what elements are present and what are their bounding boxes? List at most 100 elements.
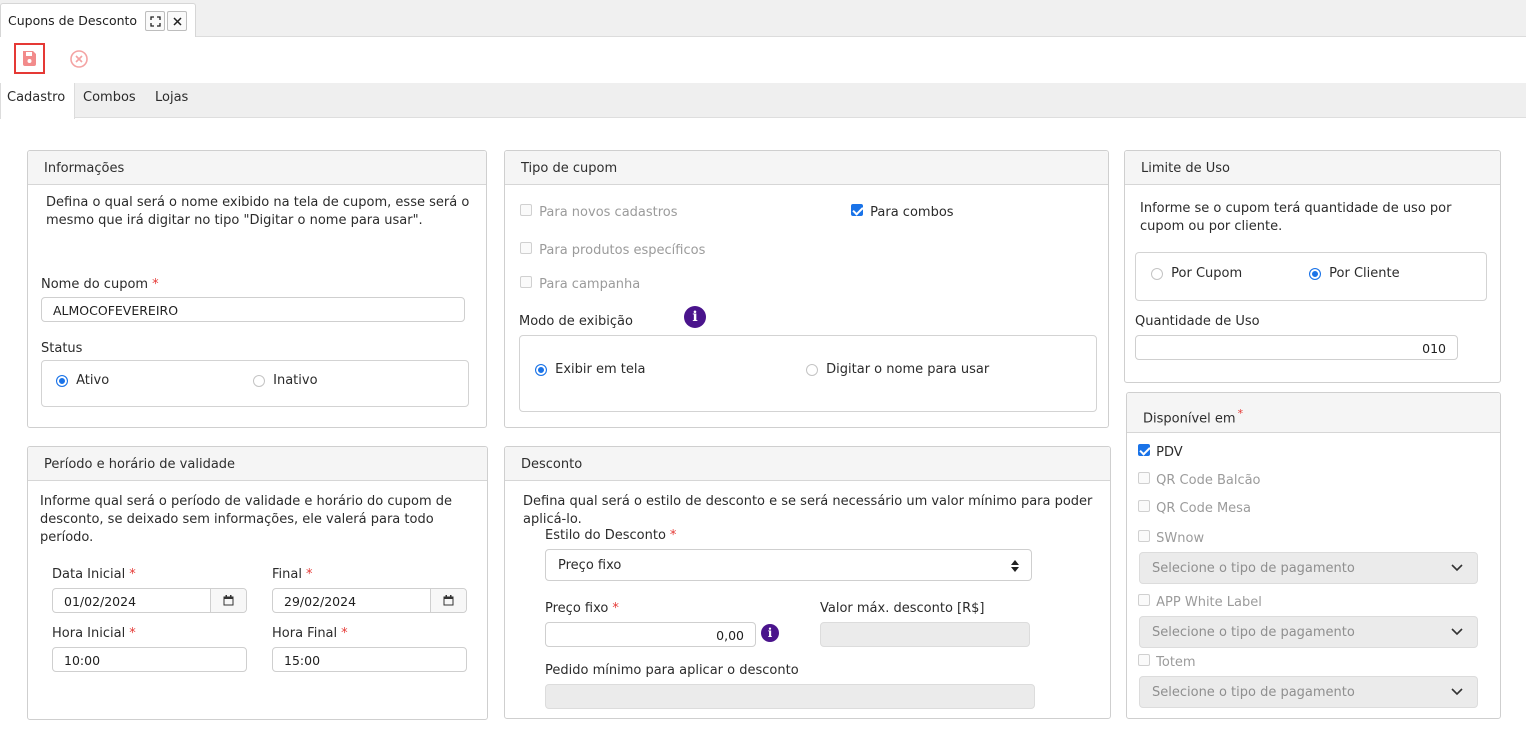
card-limite-uso: Limite de Uso Informe se o cupom terá qu… bbox=[1124, 150, 1501, 383]
checkbox-icon bbox=[520, 204, 532, 216]
tab-lojas[interactable]: Lojas bbox=[155, 83, 188, 118]
radio-off-icon bbox=[253, 374, 265, 387]
chevron-down-icon bbox=[1451, 628, 1463, 636]
save-button[interactable] bbox=[14, 43, 45, 74]
card-header: Disponível em * bbox=[1127, 393, 1500, 433]
app-white-label-payment-select[interactable]: Selecione o tipo de pagamento bbox=[1139, 616, 1478, 648]
coupon-name-label: Nome do cupom * bbox=[41, 277, 159, 292]
checkbox-icon bbox=[1138, 594, 1150, 606]
card-desconto: Desconto Defina qual será o estilo de de… bbox=[504, 446, 1111, 719]
tab-cadastro[interactable]: Cadastro bbox=[0, 83, 75, 119]
status-label: Status bbox=[41, 341, 83, 356]
estilo-desconto-label: Estilo do Desconto * bbox=[545, 528, 677, 543]
card-title: Disponível em * bbox=[1143, 407, 1243, 427]
window-tab[interactable]: Cupons de Desconto bbox=[0, 3, 196, 37]
checkbox-icon bbox=[1138, 654, 1150, 666]
maximize-icon[interactable] bbox=[145, 11, 165, 31]
card-header: Informações bbox=[28, 151, 486, 185]
limite-tipo-group: Por Cupom Por Cliente bbox=[1135, 252, 1487, 301]
status-inactive-option[interactable]: Inativo bbox=[253, 373, 318, 388]
card-header: Tipo de cupom bbox=[505, 151, 1108, 185]
sort-icon bbox=[1011, 560, 1019, 572]
card-title: Desconto bbox=[521, 457, 583, 472]
totem-payment-select[interactable]: Selecione o tipo de pagamento bbox=[1139, 676, 1478, 708]
preco-fixo-label: Preço fixo * bbox=[545, 601, 619, 616]
calendar-icon[interactable] bbox=[430, 589, 466, 612]
checkbox-totem[interactable]: Totem bbox=[1138, 654, 1196, 670]
card-disponivel-em: Disponível em * PDV QR Code Balcão QR Cod… bbox=[1126, 392, 1501, 719]
modo-digitar-nome-option[interactable]: Digitar o nome para usar bbox=[806, 362, 989, 377]
info-description: Defina o qual será o nome exibido na tel… bbox=[46, 195, 470, 228]
data-final-input[interactable]: 29/02/2024 bbox=[272, 588, 467, 613]
hora-final-label: Hora Final * bbox=[272, 626, 348, 641]
checkbox-checked-icon bbox=[851, 204, 863, 216]
card-header: Limite de Uso bbox=[1125, 151, 1500, 185]
radio-off-icon bbox=[1151, 267, 1163, 280]
chevron-down-icon bbox=[1451, 688, 1463, 696]
estilo-desconto-select[interactable]: Preço fixo bbox=[545, 549, 1032, 581]
close-tab-icon[interactable] bbox=[167, 11, 187, 31]
hora-inicial-label: Hora Inicial * bbox=[52, 626, 136, 641]
checkbox-campanha[interactable]: Para campanha bbox=[520, 276, 640, 292]
periodo-description: Informe qual será o período de validade … bbox=[40, 494, 453, 545]
status-active-option[interactable]: Ativo bbox=[56, 373, 109, 388]
save-icon bbox=[23, 51, 36, 66]
checkbox-qr-balcao[interactable]: QR Code Balcão bbox=[1138, 472, 1261, 488]
data-inicial-label: Data Inicial * bbox=[52, 567, 136, 582]
modo-exibicao-group: Exibir em tela Digitar o nome para usar bbox=[519, 335, 1097, 412]
card-informacoes: Informações Defina o qual será o nome ex… bbox=[27, 150, 487, 428]
cancel-circle-icon bbox=[70, 50, 88, 68]
checkbox-combos[interactable]: Para combos bbox=[851, 204, 954, 220]
data-inicial-input[interactable]: 01/02/2024 bbox=[52, 588, 247, 613]
radio-on-icon bbox=[56, 374, 68, 387]
checkbox-novos-cadastros[interactable]: Para novos cadastros bbox=[520, 204, 678, 220]
por-cliente-option[interactable]: Por Cliente bbox=[1309, 266, 1400, 281]
checkbox-swnow[interactable]: SWnow bbox=[1138, 530, 1204, 546]
checkbox-pdv[interactable]: PDV bbox=[1138, 444, 1183, 460]
quantidade-uso-input[interactable]: 010 bbox=[1135, 335, 1458, 360]
checkbox-icon bbox=[1138, 472, 1150, 484]
checkbox-icon bbox=[1138, 530, 1150, 542]
modo-exibicao-label: Modo de exibição bbox=[519, 314, 633, 329]
info-icon[interactable]: i bbox=[684, 306, 706, 328]
valor-max-desconto-input[interactable] bbox=[820, 622, 1030, 647]
card-title: Informações bbox=[44, 161, 125, 176]
status-group: Ativo Inativo bbox=[41, 360, 469, 407]
radio-off-icon bbox=[806, 363, 818, 376]
radio-on-icon bbox=[535, 363, 547, 376]
checkbox-app-white-label[interactable]: APP White Label bbox=[1138, 594, 1262, 610]
card-tipo-cupom: Tipo de cupom Para novos cadastros Para … bbox=[504, 150, 1109, 428]
window-tab-title: Cupons de Desconto bbox=[8, 13, 138, 28]
coupon-name-input[interactable]: ALMOCOFEVEREIRO bbox=[41, 297, 465, 322]
card-title: Tipo de cupom bbox=[521, 161, 618, 176]
quantidade-uso-label: Quantidade de Uso bbox=[1135, 314, 1260, 329]
calendar-icon[interactable] bbox=[210, 589, 246, 612]
checkbox-icon bbox=[520, 276, 532, 288]
card-periodo-validade: Período e horário de validade Informe qu… bbox=[27, 446, 488, 720]
hora-inicial-input[interactable]: 10:00 bbox=[52, 647, 247, 672]
pedido-minimo-input[interactable] bbox=[545, 684, 1035, 709]
checkbox-icon bbox=[520, 242, 532, 254]
valor-max-desconto-label: Valor máx. desconto [R$] bbox=[820, 601, 985, 616]
window-tabstrip bbox=[0, 0, 1526, 37]
swnow-payment-select[interactable]: Selecione o tipo de pagamento bbox=[1139, 552, 1478, 584]
modo-exibir-tela-option[interactable]: Exibir em tela bbox=[535, 362, 645, 377]
hora-final-input[interactable]: 15:00 bbox=[272, 647, 467, 672]
preco-fixo-input[interactable]: 0,00 bbox=[545, 622, 756, 647]
limite-description: Informe se o cupom terá quantidade de us… bbox=[1140, 201, 1452, 234]
desconto-description: Defina qual será o estilo de desconto e … bbox=[523, 494, 1093, 527]
card-header: Desconto bbox=[505, 447, 1110, 481]
cancel-button[interactable] bbox=[68, 48, 90, 70]
card-title: Limite de Uso bbox=[1141, 161, 1230, 176]
radio-on-icon bbox=[1309, 267, 1321, 280]
section-tabs: Cadastro Combos Lojas bbox=[0, 83, 1526, 119]
card-header: Período e horário de validade bbox=[28, 447, 487, 481]
pedido-minimo-label: Pedido mínimo para aplicar o desconto bbox=[545, 663, 799, 678]
checkbox-produtos-especificos[interactable]: Para produtos específicos bbox=[520, 242, 705, 258]
por-cupom-option[interactable]: Por Cupom bbox=[1151, 266, 1242, 281]
checkbox-icon bbox=[1138, 500, 1150, 512]
checkbox-checked-icon bbox=[1138, 444, 1150, 456]
info-icon[interactable]: i bbox=[761, 624, 779, 642]
tab-combos[interactable]: Combos bbox=[83, 83, 136, 118]
checkbox-qr-mesa[interactable]: QR Code Mesa bbox=[1138, 500, 1251, 516]
